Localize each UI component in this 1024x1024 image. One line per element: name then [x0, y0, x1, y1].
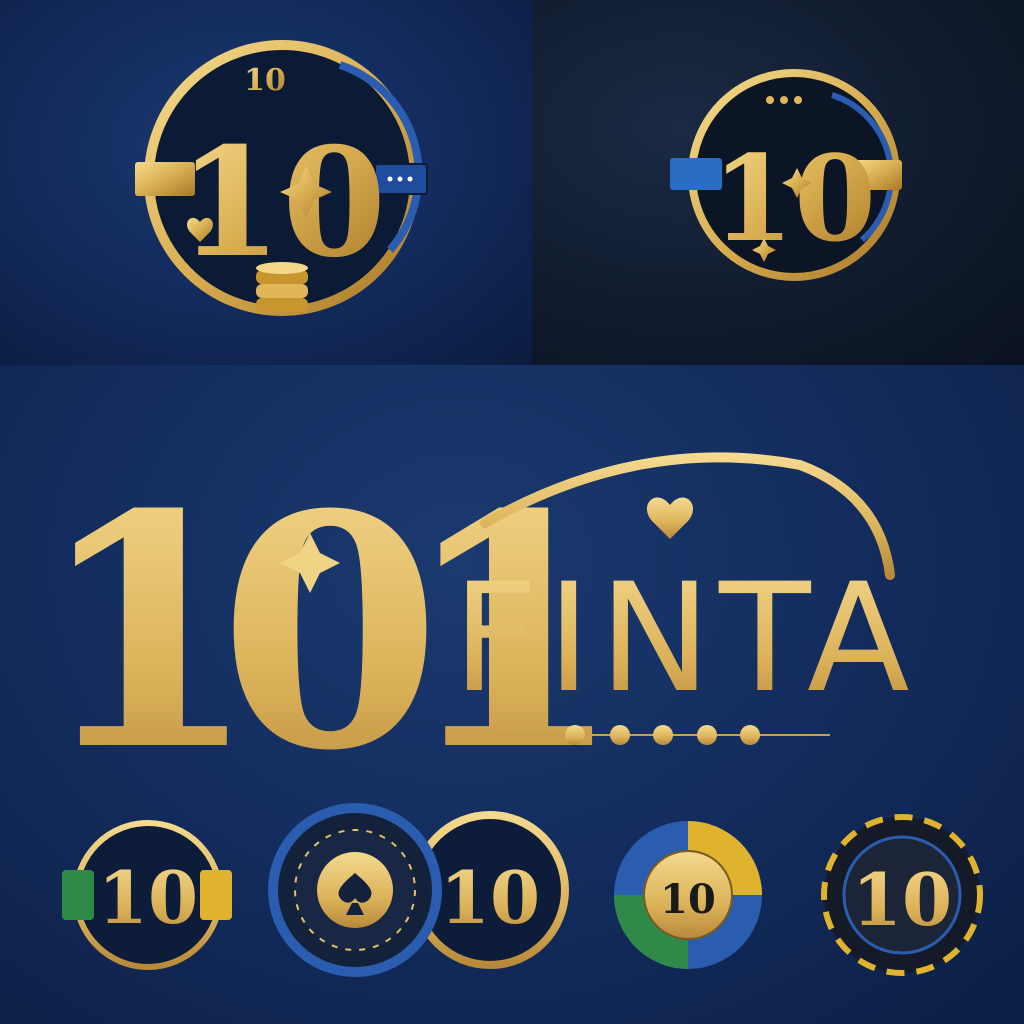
- wordmark-name: FINTA: [452, 552, 917, 726]
- emblem-number: 10: [712, 129, 876, 268]
- svg-text:10: 10: [852, 857, 952, 942]
- poker-chip: 10: [62, 820, 232, 970]
- poker-chip: 10: [821, 814, 983, 976]
- chip-label: 10: [660, 876, 716, 923]
- wordmark-logo: 101 FINTA 10 10 10 10: [36, 446, 983, 977]
- wordmark-panel: 101 FINTA 10 10 10 10: [0, 365, 1024, 1024]
- chip-label: 10: [98, 855, 198, 940]
- poker-chip: 10: [268, 803, 442, 977]
- emblem-left: 10 10: [135, 40, 428, 316]
- emblem-panel-left: 10 10: [0, 0, 532, 365]
- emblem-right: 10: [670, 69, 902, 281]
- poker-chip: 10: [614, 821, 762, 969]
- chip-label: 10: [440, 855, 540, 940]
- heart-icon: [646, 497, 694, 539]
- emblem-small-number: 10: [244, 63, 286, 98]
- emblem-panel-right: 10: [532, 0, 1024, 365]
- coin-stack-icon: [256, 262, 308, 312]
